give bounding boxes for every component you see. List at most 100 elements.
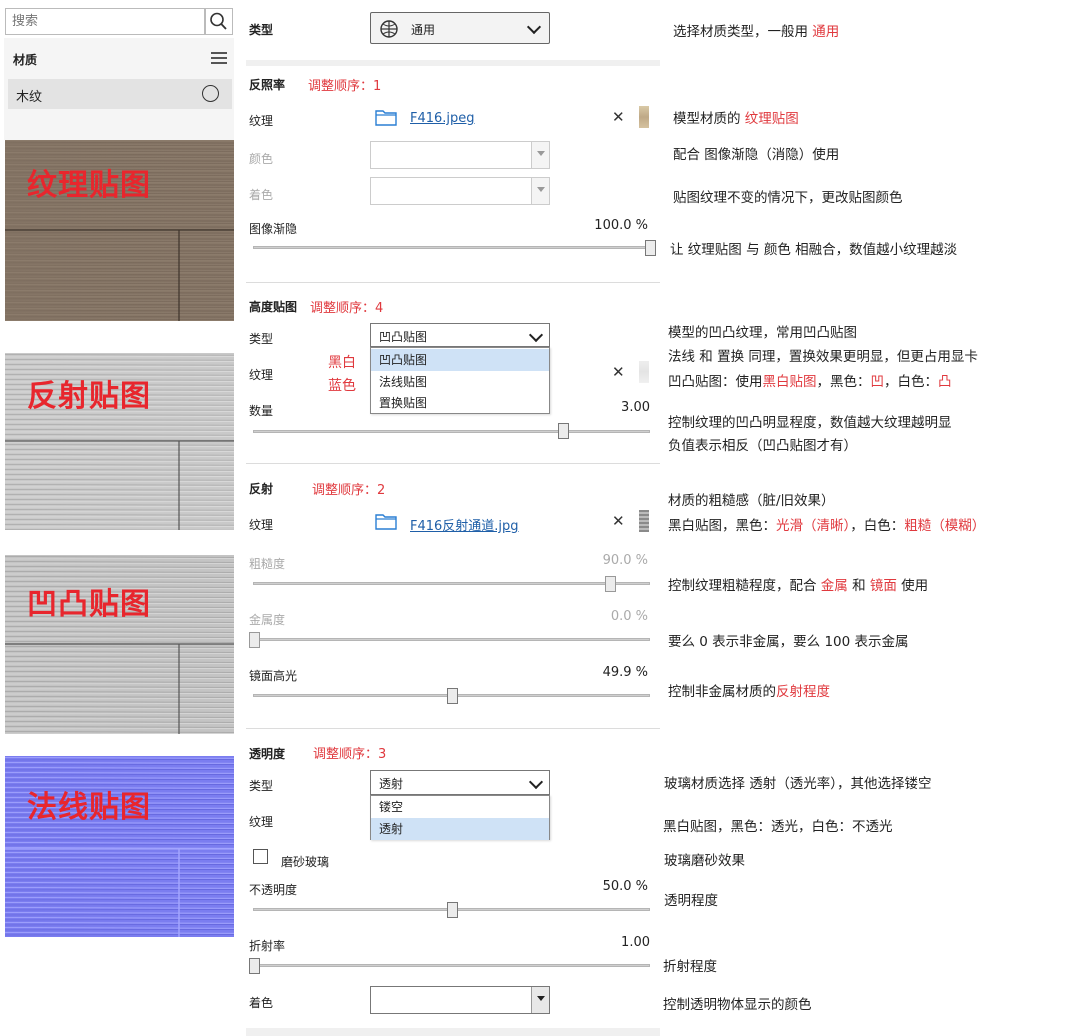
opacity-slider-thumb[interactable] xyxy=(447,902,458,918)
remove-texture-icon[interactable]: ✕ xyxy=(612,512,625,530)
roughness-slider-thumb[interactable] xyxy=(605,576,617,592)
height-type-select[interactable]: 凹凸贴图 xyxy=(370,323,550,347)
section-divider xyxy=(246,60,660,66)
dropdown-arrow-icon xyxy=(531,987,549,1013)
ior-slider-track[interactable] xyxy=(253,964,650,967)
height-type-dropdown: 凹凸贴图 法线贴图 置换贴图 xyxy=(370,347,550,414)
note-reflection-1: 材质的粗糙感（脏/旧效果） xyxy=(668,493,835,509)
dropdown-option-normal[interactable]: 法线贴图 xyxy=(371,371,549,393)
folder-icon[interactable] xyxy=(375,512,397,530)
note-amount-1: 控制纹理的凹凸明显程度，数值越大纹理越明显 xyxy=(668,415,952,431)
note-type: 选择材质类型，一般用 通用 xyxy=(673,24,840,40)
specular-slider-thumb[interactable] xyxy=(446,688,458,704)
reflection-texture-file-link[interactable]: F416反射通道.jpg xyxy=(410,515,519,534)
reflection-map-preview: 反射贴图 xyxy=(5,353,234,530)
chevron-down-icon xyxy=(528,327,544,343)
normal-map-preview: 法线贴图 xyxy=(5,756,234,937)
bump-map-label: 凹凸贴图 xyxy=(27,587,151,622)
amount-value: 3.00 xyxy=(621,400,650,415)
dropdown-option-cutout[interactable]: 镂空 xyxy=(371,796,549,818)
amount-label: 数量 xyxy=(249,404,274,418)
transparency-tint-select[interactable] xyxy=(370,986,550,1014)
dropdown-arrow-icon xyxy=(531,178,549,204)
image-fade-label: 图像渐隐 xyxy=(249,222,298,236)
opacity-label: 不透明度 xyxy=(249,883,298,897)
height-map-title: 高度贴图 xyxy=(249,300,298,314)
height-hint-bw: 黑白 xyxy=(328,355,356,371)
specular-value: 49.9 % xyxy=(602,665,648,680)
transparency-type-value: 透射 xyxy=(379,777,404,791)
note-height-1: 模型的凹凸纹理，常用凹凸贴图 xyxy=(668,325,857,341)
albedo-color-select[interactable] xyxy=(370,141,550,169)
material-type-label: 类型 xyxy=(249,23,274,37)
reflection-texture-label: 纹理 xyxy=(249,518,274,532)
search-button[interactable] xyxy=(205,8,233,35)
albedo-tint-label: 着色 xyxy=(249,188,274,202)
search-field[interactable] xyxy=(5,8,208,35)
dropdown-option-transmission[interactable]: 透射 xyxy=(371,818,549,840)
image-fade-value: 100.0 % xyxy=(594,218,648,233)
ior-label: 折射率 xyxy=(249,939,286,953)
height-hint-blue: 蓝色 xyxy=(328,378,356,394)
ior-slider-thumb[interactable] xyxy=(249,958,260,974)
material-item-label: 木纹 xyxy=(16,90,43,105)
albedo-title: 反照率 xyxy=(249,78,286,92)
texture-map-label: 纹理贴图 xyxy=(27,168,151,203)
albedo-texture-label: 纹理 xyxy=(249,114,274,128)
transparency-type-dropdown: 镂空 透射 xyxy=(370,795,550,840)
reflection-map-label: 反射贴图 xyxy=(27,379,151,414)
reflection-title: 反射 xyxy=(249,482,274,496)
reflection-texture-thumbnail xyxy=(639,510,649,532)
note-color: 配合 图像渐隐（消隐）使用 xyxy=(673,147,840,163)
folder-icon[interactable] xyxy=(375,108,397,126)
image-fade-slider-thumb[interactable] xyxy=(645,240,656,256)
note-amount-2: 负值表示相反（凹凸贴图才有） xyxy=(668,438,857,454)
transparency-texture-label: 纹理 xyxy=(249,815,274,829)
transparency-type-label: 类型 xyxy=(249,779,274,793)
note-transparency-texture: 黑白贴图，黑色：透光，白色：不透光 xyxy=(663,819,893,835)
amount-slider-track[interactable] xyxy=(253,430,650,433)
height-map-order: 调整顺序：4 xyxy=(310,301,384,316)
menu-icon[interactable] xyxy=(211,52,227,64)
metalness-label: 金属度 xyxy=(249,613,286,627)
section-divider xyxy=(246,282,660,283)
gap xyxy=(5,321,234,353)
texture-map-preview: 纹理贴图 xyxy=(5,140,234,321)
bump-map-preview: 凹凸贴图 xyxy=(5,555,234,734)
albedo-texture-file-link[interactable]: F416.jpeg xyxy=(410,111,475,126)
opacity-value: 50.0 % xyxy=(602,879,648,894)
material-type-select[interactable]: 通用 xyxy=(370,12,550,44)
albedo-color-label: 颜色 xyxy=(249,152,274,166)
dropdown-option-bump[interactable]: 凹凸贴图 xyxy=(371,349,549,371)
amount-slider-thumb[interactable] xyxy=(557,423,569,439)
albedo-tint-select[interactable] xyxy=(370,177,550,205)
gap xyxy=(5,530,234,555)
albedo-texture-thumbnail xyxy=(639,106,649,128)
height-texture-thumbnail xyxy=(639,361,649,383)
chevron-down-icon xyxy=(526,19,542,35)
remove-texture-icon[interactable]: ✕ xyxy=(612,363,625,381)
note-reflection-2: 黑白贴图，黑色：光滑（清晰），白色：粗糙（模糊） xyxy=(668,518,986,534)
metalness-slider-track[interactable] xyxy=(253,638,650,641)
material-preview-icon xyxy=(202,85,219,102)
height-type-value: 凹凸贴图 xyxy=(379,330,428,344)
section-divider xyxy=(246,1028,660,1036)
transparency-type-select[interactable]: 透射 xyxy=(370,770,550,795)
material-type-value: 通用 xyxy=(411,23,436,37)
frosted-glass-checkbox[interactable] xyxy=(253,849,268,864)
roughness-slider-track[interactable] xyxy=(253,582,650,585)
transparency-tint-label: 着色 xyxy=(249,996,274,1010)
frosted-glass-label: 磨砂玻璃 xyxy=(281,855,330,869)
dropdown-option-displacement[interactable]: 置换贴图 xyxy=(371,392,549,414)
reflection-order: 调整顺序：2 xyxy=(312,483,386,498)
materials-heading: 材质 xyxy=(13,53,38,67)
globe-icon xyxy=(380,20,398,38)
metalness-slider-thumb[interactable] xyxy=(249,632,260,648)
normal-map-label: 法线贴图 xyxy=(27,790,151,825)
note-roughness: 控制纹理粗糙程度，配合 金属 和 镜面 使用 xyxy=(668,578,929,594)
search-input[interactable] xyxy=(6,9,208,33)
image-fade-slider-track[interactable] xyxy=(253,246,650,249)
transparency-order: 调整顺序：3 xyxy=(313,747,387,762)
albedo-order: 调整顺序：1 xyxy=(308,79,382,94)
remove-texture-icon[interactable]: ✕ xyxy=(612,108,625,126)
